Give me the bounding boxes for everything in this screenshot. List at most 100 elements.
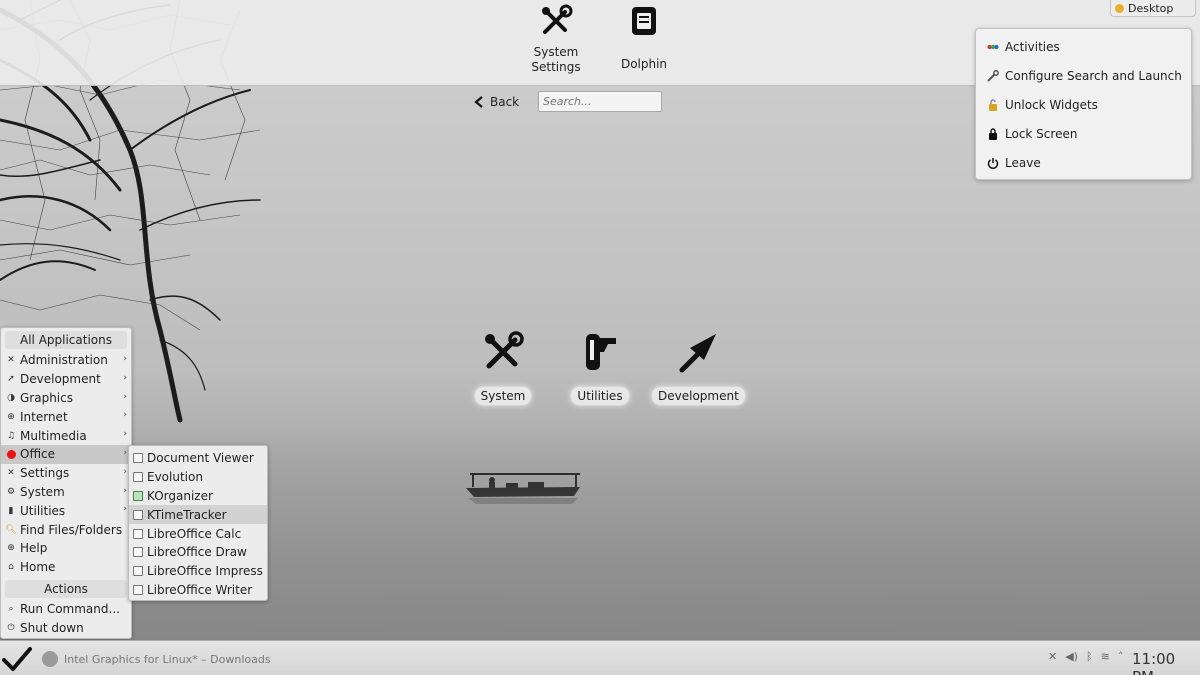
back-button[interactable]: Back	[474, 92, 519, 112]
category-label: Development	[652, 387, 745, 405]
submenu-item-label: LibreOffice Impress	[147, 564, 263, 579]
arrow-icon	[679, 334, 716, 373]
search-input[interactable]	[538, 91, 662, 112]
menu-header: All Applications	[5, 331, 127, 349]
lock-icon	[987, 127, 999, 140]
menu-item-administration[interactable]: ✕ Administration ›	[1, 351, 131, 370]
taskbar-task[interactable]: Intel Graphics for Linux* – Downloads	[42, 649, 282, 669]
unlock-icon	[987, 98, 999, 111]
submenu-item-libreoffice-impress[interactable]: LibreOffice Impress	[129, 562, 267, 581]
toolbox-lock-screen[interactable]: Lock Screen	[976, 119, 1191, 148]
toolbox-label: Leave	[1005, 155, 1041, 170]
menu-item-internet[interactable]: ⊕ Internet ›	[1, 407, 131, 426]
submenu-item-label: KTimeTracker	[147, 507, 227, 522]
bluetooth-icon[interactable]: ᛒ	[1086, 650, 1093, 663]
menu-item-multimedia[interactable]: ♫ Multimedia ›	[1, 426, 131, 445]
submenu-item-label: KOrganizer	[147, 488, 213, 503]
toolbox-leave[interactable]: Leave	[976, 148, 1191, 177]
application-menu: All Applications ✕ Administration › ➚ De…	[0, 327, 132, 639]
chevron-left-icon	[474, 96, 483, 108]
menu-item-label: Run Command...	[20, 601, 120, 616]
submenu-item-libreoffice-calc[interactable]: LibreOffice Calc	[129, 524, 267, 543]
chevron-right-icon: ›	[123, 447, 127, 458]
menu-item-utilities[interactable]: ▮ Utilities ›	[1, 501, 131, 520]
tools-tray-icon[interactable]: ✕	[1048, 650, 1057, 663]
activities-icon	[987, 41, 999, 53]
submenu-item-ktimetracker[interactable]: KTimeTracker	[129, 505, 267, 525]
menu-item-label: Administration	[20, 353, 108, 368]
tools-icon: ✕	[7, 468, 15, 479]
dolphin-icon	[632, 7, 656, 35]
search-icon: 🔍︎	[5, 524, 17, 535]
menu-item-office[interactable]: Office ›	[1, 444, 131, 464]
volume-icon[interactable]: ◀)	[1065, 650, 1078, 663]
arrow-icon: ➚	[7, 374, 15, 385]
power-icon: ⏻	[7, 622, 15, 633]
chevron-right-icon: ›	[123, 485, 127, 496]
back-label: Back	[490, 95, 520, 109]
submenu-item-label: Evolution	[147, 470, 203, 485]
submenu-item-label: LibreOffice Calc	[147, 526, 242, 541]
tools-icon	[542, 4, 573, 34]
system-tray: ✕ ◀) ᛒ ≋ ˄	[1048, 650, 1123, 663]
checkmark-launcher-icon[interactable]	[2, 645, 32, 673]
wrench-icon	[987, 69, 999, 82]
menu-item-label: Help	[20, 541, 48, 556]
globe-icon: ⊕	[7, 411, 15, 422]
submenu-item-libreoffice-writer[interactable]: LibreOffice Writer	[129, 581, 267, 600]
multimedia-icon: ♫	[6, 430, 16, 441]
submenu-item-libreoffice-draw[interactable]: LibreOffice Draw	[129, 543, 267, 562]
gear-icon: ⚙	[6, 486, 16, 497]
toolbox-icon	[1115, 3, 1124, 13]
drawing-icon	[133, 547, 143, 558]
menu-item-run-command[interactable]: ⌕ Run Command...	[1, 600, 131, 619]
favorite-dolphin[interactable]: Dolphin	[604, 4, 684, 72]
wifi-icon[interactable]: ≋	[1101, 650, 1110, 663]
chevron-right-icon: ›	[123, 429, 127, 440]
submenu-item-evolution[interactable]: Evolution	[129, 468, 267, 487]
run-icon: ⌕	[8, 603, 14, 614]
submenu-item-document-viewer[interactable]: Document Viewer	[129, 449, 267, 468]
category-label: Utilities	[571, 387, 629, 405]
menu-item-find-files[interactable]: 🔍︎ Find Files/Folders	[1, 520, 131, 539]
category-development[interactable]: Development	[652, 330, 745, 405]
chevron-right-icon: ›	[123, 391, 127, 402]
menu-item-label: Utilities	[20, 503, 66, 518]
submenu-item-label: Document Viewer	[147, 451, 254, 466]
menu-item-home[interactable]: ⌂ Home	[1, 558, 131, 577]
toolbox-unlock-widgets[interactable]: Unlock Widgets	[976, 90, 1191, 119]
toolbox-configure-search[interactable]: Configure Search and Launch	[976, 61, 1191, 90]
menu-item-system[interactable]: ⚙ System ›	[1, 483, 131, 502]
toolbox-label: Configure Search and Launch	[1005, 68, 1182, 83]
menu-item-development[interactable]: ➚ Development ›	[1, 370, 131, 389]
menu-item-label: System	[20, 484, 65, 499]
tools-icon	[485, 331, 524, 369]
submenu-item-label: LibreOffice Writer	[147, 582, 253, 597]
toolbox-activities[interactable]: Activities	[976, 32, 1191, 61]
home-icon: ⌂	[8, 562, 14, 573]
toolbox-label: Unlock Widgets	[1005, 97, 1098, 112]
chevron-right-icon: ›	[123, 372, 127, 383]
category-system[interactable]: System	[472, 330, 534, 405]
utilities-icon: ▮	[8, 505, 14, 516]
desktop-toolbox-tab[interactable]: Desktop	[1110, 0, 1196, 17]
task-label: Intel Graphics for Linux* – Downloads	[64, 652, 271, 666]
clock-icon	[133, 509, 143, 520]
power-icon	[987, 157, 999, 169]
expand-tray-icon[interactable]: ˄	[1118, 650, 1124, 663]
menu-item-graphics[interactable]: ◑ Graphics ›	[1, 389, 131, 408]
menu-item-help[interactable]: ⊕ Help	[1, 539, 131, 558]
office-submenu: Document Viewer Evolution KOrganizer KTi…	[128, 445, 268, 601]
submenu-item-korganizer[interactable]: KOrganizer	[129, 487, 267, 506]
help-icon: ⊕	[7, 543, 15, 554]
menu-item-label: Internet	[20, 409, 68, 424]
graphics-icon: ◑	[7, 392, 15, 403]
category-utilities[interactable]: Utilities	[568, 330, 632, 405]
menu-item-label: Multimedia	[20, 428, 87, 443]
submenu-item-label: LibreOffice Draw	[147, 545, 247, 560]
chevron-right-icon: ›	[123, 504, 127, 515]
clock[interactable]: 11:00 PM	[1132, 650, 1200, 675]
favorite-system-settings[interactable]: System Settings	[516, 4, 596, 75]
menu-item-settings[interactable]: ✕ Settings ›	[1, 464, 131, 483]
menu-item-shut-down[interactable]: ⏻ Shut down	[1, 618, 131, 637]
